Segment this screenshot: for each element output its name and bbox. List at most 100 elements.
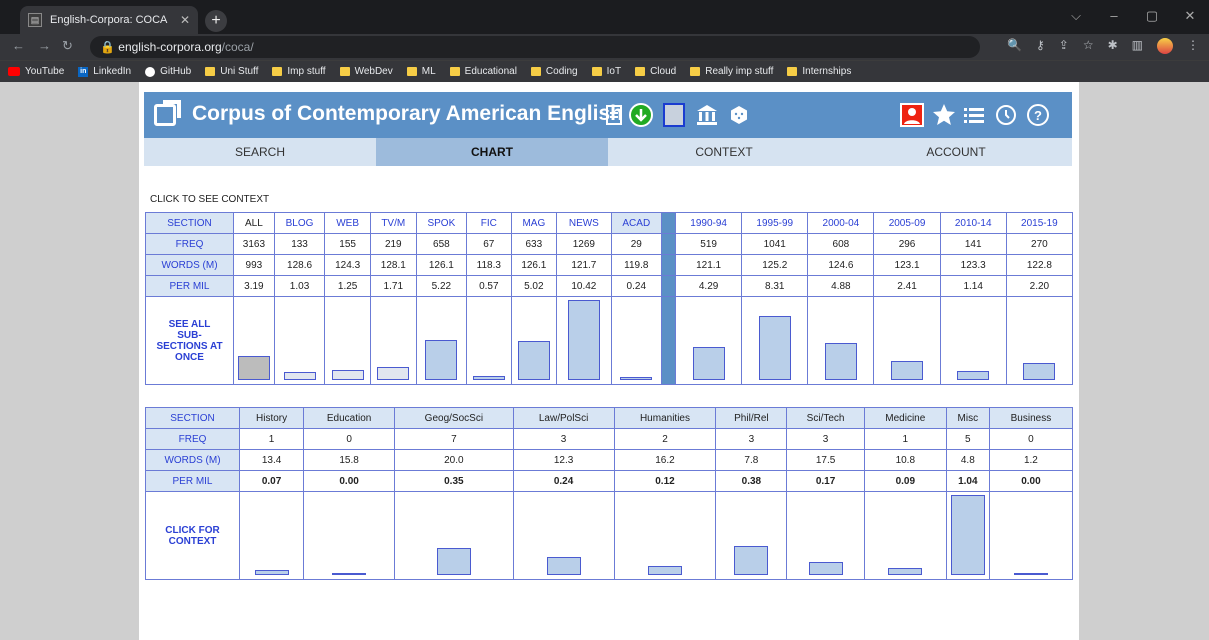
frequency-bar[interactable] (237, 356, 270, 380)
list-icon[interactable] (962, 103, 986, 127)
frequency-bar[interactable] (647, 566, 682, 575)
cell-section[interactable]: Misc (945, 407, 990, 429)
frequency-bar[interactable] (331, 370, 364, 380)
frequency-bar[interactable] (472, 376, 505, 380)
texture-icon[interactable] (662, 103, 686, 127)
document-icon[interactable] (602, 103, 626, 127)
share-icon[interactable]: ⇪ (1059, 38, 1069, 54)
sidepanel-icon[interactable]: ▥ (1132, 38, 1143, 54)
bookmark-item[interactable]: Really imp stuff (690, 66, 773, 77)
close-icon[interactable]: ✕ (180, 13, 190, 27)
frequency-bar[interactable] (425, 340, 458, 380)
frequency-bar[interactable] (957, 371, 990, 380)
bar-cell[interactable] (715, 491, 788, 580)
bar-cell[interactable] (807, 296, 875, 385)
cell-section[interactable]: MAG (510, 212, 558, 234)
frequency-bar[interactable] (283, 372, 316, 380)
bar-cell[interactable] (610, 296, 663, 385)
new-tab-button[interactable]: + (205, 10, 227, 32)
cell-section[interactable]: Geog/SocSci (394, 407, 514, 429)
close-window-icon[interactable]: ✕ (1171, 0, 1209, 34)
bar-cell[interactable] (369, 296, 417, 385)
bookmark-item[interactable]: IoT (591, 66, 621, 77)
bar-cell[interactable] (303, 491, 396, 580)
bar-cell[interactable] (273, 296, 326, 385)
bookmark-item[interactable]: Internships (787, 66, 851, 77)
bar-cell[interactable] (415, 296, 468, 385)
cell-section[interactable]: 1995-99 (741, 212, 809, 234)
star-icon[interactable]: ☆ (1083, 38, 1094, 54)
zoom-icon[interactable]: 🔍 (1007, 38, 1022, 54)
frequency-bar[interactable] (377, 367, 410, 380)
bar-cell[interactable] (786, 491, 865, 580)
bar-cell[interactable] (741, 296, 809, 385)
bookmark-item[interactable]: in LinkedIn (78, 66, 131, 77)
bookmark-item[interactable]: Coding (530, 66, 578, 77)
frequency-bar[interactable] (808, 562, 843, 575)
cell-section[interactable]: 2015-19 (1005, 212, 1074, 234)
frequency-bar[interactable] (254, 570, 289, 575)
help-icon[interactable]: ? (1026, 103, 1050, 127)
cell-section[interactable]: Education (303, 407, 396, 429)
cell-section[interactable]: BLOG (273, 212, 326, 234)
cell-section[interactable]: ACAD (610, 212, 663, 234)
bar-cell[interactable] (556, 296, 612, 385)
frequency-bar[interactable] (620, 377, 653, 380)
history-icon[interactable] (994, 103, 1018, 127)
bookmark-item[interactable]: YouTube (8, 66, 64, 77)
bar-cell[interactable] (939, 296, 1007, 385)
cell-section[interactable]: Medicine (863, 407, 947, 429)
extensions-icon[interactable]: ✱ (1108, 38, 1118, 54)
bar-cell[interactable] (238, 491, 305, 580)
frequency-bar[interactable] (692, 347, 725, 380)
bar-cell[interactable] (466, 296, 512, 385)
browser-tab[interactable]: ▤ English-Corpora: COCA ✕ (20, 6, 198, 34)
frequency-bar[interactable] (1023, 363, 1056, 380)
frequency-bar[interactable] (824, 343, 857, 380)
bar-cell[interactable] (510, 296, 558, 385)
bar-cell[interactable] (873, 296, 941, 385)
bar-cell[interactable] (988, 491, 1074, 580)
cell-section[interactable]: 2010-14 (939, 212, 1007, 234)
frequency-bar[interactable] (332, 573, 367, 575)
see-all-subsections-link[interactable]: SEE ALL SUB-SECTIONS AT ONCE (145, 296, 234, 385)
tab-account[interactable]: ACCOUNT (840, 138, 1072, 166)
bookmark-item[interactable]: Cloud (635, 66, 676, 77)
bookmark-item[interactable]: Uni Stuff (205, 66, 258, 77)
bookmark-item[interactable]: GitHub (145, 66, 191, 77)
tab-chart[interactable]: CHART (376, 138, 608, 166)
cell-section[interactable]: Law/PolSci (512, 407, 615, 429)
bookmark-item[interactable]: Educational (449, 66, 517, 77)
frequency-bar[interactable] (436, 548, 471, 575)
frequency-bar[interactable] (888, 568, 923, 575)
bookmark-item[interactable]: WebDev (339, 66, 393, 77)
bar-cell[interactable] (324, 296, 371, 385)
star-icon[interactable] (932, 103, 956, 127)
click-for-context-link[interactable]: CLICK FOR CONTEXT (145, 491, 240, 580)
cell-section[interactable]: ALL (233, 212, 275, 234)
menu-icon[interactable]: ⋮ (1187, 38, 1199, 54)
frequency-bar[interactable] (517, 341, 550, 380)
user-profile-icon[interactable] (900, 103, 924, 127)
cell-section[interactable]: NEWS (556, 212, 612, 234)
library-icon[interactable] (695, 103, 719, 127)
frequency-bar[interactable] (567, 300, 600, 380)
frequency-bar[interactable] (950, 495, 985, 575)
bar-cell[interactable] (613, 491, 717, 580)
frequency-bar[interactable] (546, 557, 581, 575)
bookmark-item[interactable]: ML (406, 66, 436, 77)
tab-search-icon[interactable]: ⌵ (1057, 0, 1095, 34)
bar-cell[interactable] (1005, 296, 1074, 385)
minimize-icon[interactable]: – (1095, 0, 1133, 34)
cell-section[interactable]: 2005-09 (873, 212, 941, 234)
cell-section[interactable]: Phil/Rel (715, 407, 788, 429)
cell-section[interactable]: Humanities (613, 407, 717, 429)
bar-cell[interactable] (394, 491, 514, 580)
cell-section[interactable]: FIC (466, 212, 512, 234)
cell-section[interactable]: History (238, 407, 305, 429)
forward-icon[interactable]: → (38, 38, 51, 53)
cell-section[interactable]: TV/M (369, 212, 417, 234)
reload-icon[interactable]: ↻ (62, 38, 73, 54)
frequency-bar[interactable] (891, 361, 924, 380)
cell-section[interactable]: 1990-94 (675, 212, 743, 234)
